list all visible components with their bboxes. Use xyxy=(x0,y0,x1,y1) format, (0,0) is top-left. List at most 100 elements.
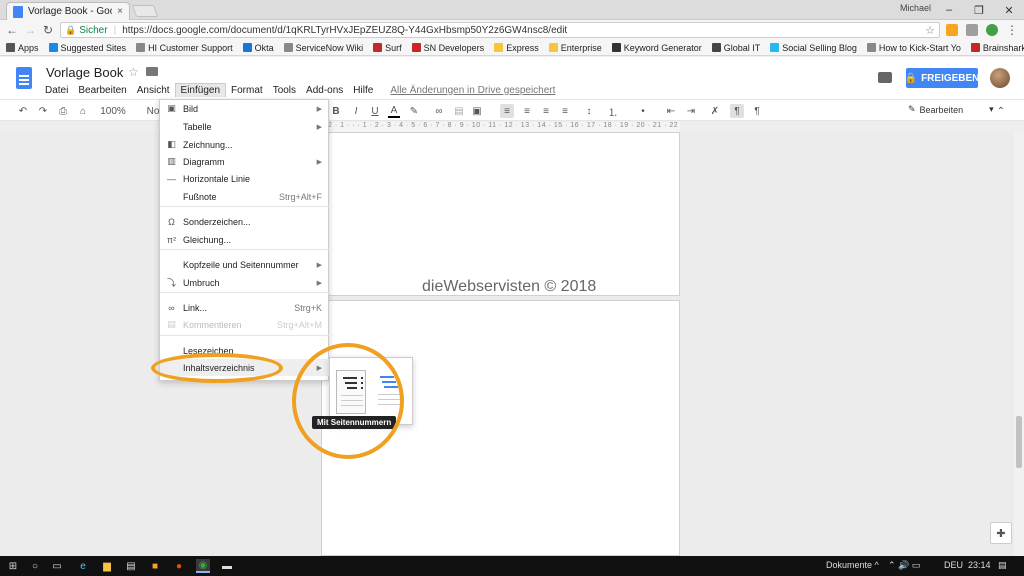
edge-icon[interactable]: e xyxy=(76,559,90,573)
close-window-button[interactable]: ✕ xyxy=(994,0,1024,20)
menu-ansicht[interactable]: Ansicht xyxy=(132,84,175,97)
bookmark-item[interactable]: ServiceNow Wiki xyxy=(283,43,363,53)
menu-einf-gen[interactable]: Einfügen xyxy=(174,83,227,97)
insert-menu-item[interactable]: Ω Sonderzeichen... xyxy=(160,213,330,230)
extension-icon[interactable] xyxy=(946,24,958,36)
menu-hilfe[interactable]: Hilfe xyxy=(348,84,378,97)
app-icon[interactable]: ▬ xyxy=(220,559,234,573)
insert-menu-item[interactable]: ∞ Link... Strg+K xyxy=(160,299,330,316)
bookmark-item[interactable]: HI Customer Support xyxy=(136,43,233,53)
insert-menu-item[interactable]: — Horizontale Linie xyxy=(160,170,330,187)
ruler[interactable]: 2 · 1 · · · 1 · 2 · 3 · 4 · 5 · 6 · 7 · … xyxy=(328,122,680,132)
menu-datei[interactable]: Datei xyxy=(40,84,73,97)
rtl-icon[interactable]: ¶ xyxy=(750,104,764,118)
maximize-button[interactable]: ❐ xyxy=(964,0,994,20)
undo-icon[interactable]: ↶ xyxy=(16,104,30,118)
profile-name[interactable]: Michael xyxy=(900,3,931,13)
app-icon[interactable]: ■ xyxy=(148,559,162,573)
minimize-button[interactable]: – xyxy=(934,0,964,20)
scrollbar-thumb[interactable] xyxy=(1016,416,1022,468)
extension-icon[interactable] xyxy=(986,24,998,36)
insert-menu-item[interactable]: ◧ Zeichnung... xyxy=(160,136,330,153)
docs-logo-icon[interactable] xyxy=(16,67,32,89)
highlight-icon[interactable]: ✎ xyxy=(408,104,420,118)
folder-icon[interactable] xyxy=(146,67,158,76)
italic-button[interactable]: I xyxy=(350,104,362,118)
browser-tab[interactable]: Vorlage Book - Google D × xyxy=(6,2,130,20)
numbered-list-icon[interactable]: ⒈ xyxy=(606,104,620,119)
collapse-toolbar-icon[interactable]: ⌃ xyxy=(994,104,1008,118)
bookmark-item[interactable]: SN Developers xyxy=(411,43,484,53)
scrollbar[interactable] xyxy=(1014,132,1024,556)
ltr-icon[interactable]: ¶ xyxy=(730,104,744,118)
menu-format[interactable]: Format xyxy=(226,84,268,97)
bookmark-item[interactable]: Global IT xyxy=(711,43,760,53)
bookmark-item[interactable]: Enterprise xyxy=(548,43,602,53)
avatar[interactable] xyxy=(990,68,1010,88)
insert-menu-item[interactable]: Kopfzeile und Seitennummer ▶ xyxy=(160,256,330,273)
tab-close-icon[interactable]: × xyxy=(117,6,123,17)
align-left-icon[interactable]: ≡ xyxy=(500,104,514,118)
search-icon[interactable]: ○ xyxy=(28,559,42,573)
text-color-icon[interactable]: A xyxy=(388,104,400,118)
store-icon[interactable]: ▤ xyxy=(124,559,138,573)
share-button[interactable]: 🔒 FREIGEBEN xyxy=(905,68,979,88)
zoom-select[interactable]: 100% xyxy=(100,104,126,118)
align-right-icon[interactable]: ≡ xyxy=(539,104,553,118)
comments-icon[interactable] xyxy=(878,72,892,83)
save-status[interactable]: Alle Änderungen in Drive gespeichert xyxy=(390,85,555,96)
bookmark-item[interactable]: Okta xyxy=(242,43,274,53)
clock[interactable]: 23:14 xyxy=(968,560,991,570)
menu-add-ons[interactable]: Add-ons xyxy=(301,84,348,97)
print-icon[interactable]: ⎙ xyxy=(56,104,70,118)
link-icon[interactable]: ∞ xyxy=(432,104,446,118)
insert-menu-item[interactable]: ▣ Bild ▶ xyxy=(160,100,330,117)
notification-icon[interactable]: ▤ xyxy=(998,560,1007,571)
underline-button[interactable]: U xyxy=(369,104,381,118)
style-select[interactable]: No xyxy=(146,104,160,118)
extension-icon[interactable] xyxy=(966,24,978,36)
language-indicator[interactable]: DEU xyxy=(944,560,963,570)
reload-icon[interactable]: ↻ xyxy=(40,22,56,38)
clear-formatting-icon[interactable]: ✗ xyxy=(708,104,722,118)
address-bar[interactable]: 🔒 Sicher | https://docs.google.com/docum… xyxy=(60,22,940,38)
align-center-icon[interactable]: ≡ xyxy=(520,104,534,118)
line-spacing-icon[interactable]: ↕ xyxy=(582,104,596,118)
bookmark-item[interactable]: Express xyxy=(494,43,539,53)
image-icon[interactable]: ▣ xyxy=(470,104,484,118)
url-text[interactable]: https://docs.google.com/document/d/1qKRL… xyxy=(122,25,925,36)
bookmark-star-icon[interactable]: ☆ xyxy=(925,24,935,37)
tray-icons[interactable]: ⌃ 🔊 ▭ xyxy=(888,560,920,571)
forward-icon[interactable]: → xyxy=(22,22,38,38)
bulleted-list-icon[interactable]: • xyxy=(636,104,650,118)
explore-icon[interactable]: ✚ xyxy=(990,522,1012,544)
insert-menu-item[interactable]: π² Gleichung... xyxy=(160,231,330,248)
insert-menu-item[interactable]: ▥ Diagramm ▶ xyxy=(160,153,330,170)
star-icon[interactable]: ☆ xyxy=(128,65,139,79)
redo-icon[interactable]: ↷ xyxy=(36,104,50,118)
bookmark-item[interactable]: Suggested Sites xyxy=(48,43,126,53)
bookmark-item[interactable]: How to Kick-Start Yo xyxy=(866,43,961,53)
windows-start-icon[interactable]: ⊞ xyxy=(6,559,20,573)
editing-mode-select[interactable]: ✎ Bearbeiten ▾ xyxy=(908,104,994,115)
comment-icon[interactable]: ▤ xyxy=(452,104,466,118)
document-page[interactable] xyxy=(321,132,680,296)
increase-indent-icon[interactable]: ⇥ xyxy=(684,104,698,118)
menu-tools[interactable]: Tools xyxy=(268,84,301,97)
file-explorer-icon[interactable]: ▆ xyxy=(100,559,114,573)
bookmark-item[interactable]: Surf xyxy=(373,43,402,53)
new-tab-button[interactable] xyxy=(131,5,159,17)
decrease-indent-icon[interactable]: ⇤ xyxy=(664,104,678,118)
document-title[interactable]: Vorlage Book xyxy=(46,65,123,80)
bookmark-item[interactable]: Keyword Generator xyxy=(611,43,702,53)
justify-icon[interactable]: ≡ xyxy=(558,104,572,118)
bookmark-item[interactable]: Apps xyxy=(6,43,39,53)
paint-format-icon[interactable]: ⌂ xyxy=(76,104,90,118)
menu-bearbeiten[interactable]: Bearbeiten xyxy=(73,84,131,97)
bold-button[interactable]: B xyxy=(330,104,342,118)
firefox-icon[interactable]: ● xyxy=(172,559,186,573)
documents-toolbar[interactable]: Dokumente ^ xyxy=(826,560,879,570)
insert-menu-item[interactable]: Fußnote Strg+Alt+F xyxy=(160,188,330,205)
chrome-icon[interactable]: ◉ xyxy=(196,559,210,573)
bookmark-item[interactable]: Brainshark Learning xyxy=(970,43,1024,53)
